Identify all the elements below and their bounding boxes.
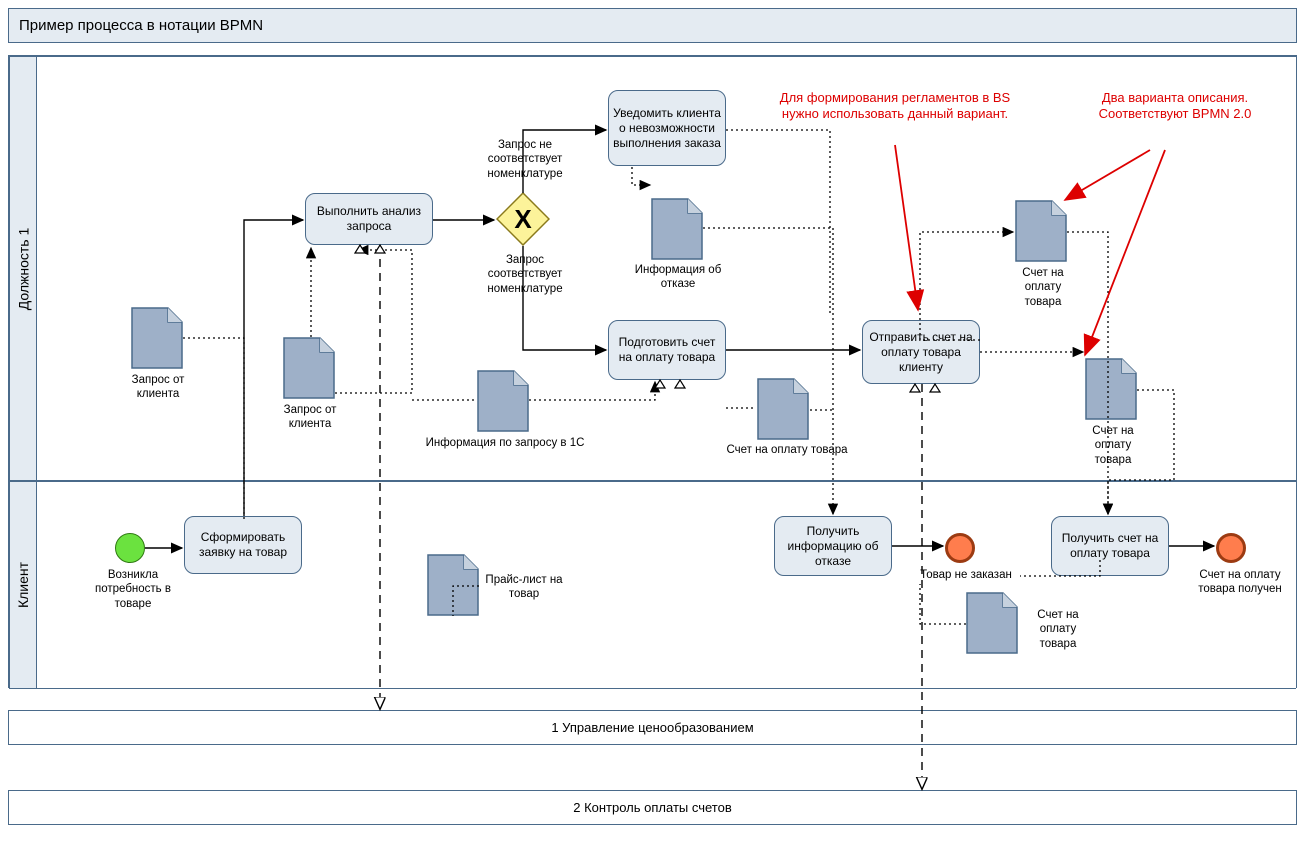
lane-1-label: Должность 1 bbox=[15, 227, 31, 310]
task-get-invoice: Получить счет на оплату товара bbox=[1051, 516, 1169, 576]
gateway-xor: X bbox=[496, 192, 550, 246]
subprocess-1: 1 Управление ценообразованием bbox=[8, 710, 1297, 745]
doc-request-1-label: Запрос от клиента bbox=[115, 373, 201, 402]
lane-header-2: Клиент bbox=[9, 481, 37, 689]
gateway-label-no: Запрос не соответствует номенклатуре bbox=[472, 138, 578, 181]
annotation-red-2: Два варианта описания. Соответствуют BPM… bbox=[1075, 90, 1275, 123]
gateway-label-yes: Запрос соответствует номенклатуре bbox=[472, 253, 578, 296]
doc-invoice-2 bbox=[1015, 200, 1067, 262]
lane-header-1: Должность 1 bbox=[9, 56, 37, 481]
task-notify-reject: Уведомить клиента о невозможности выполн… bbox=[608, 90, 726, 166]
doc-info-1c bbox=[477, 370, 529, 432]
task-prepare-invoice: Подготовить счет на оплату товара bbox=[608, 320, 726, 380]
annotation-red-1: Для формирования регламентов в BS нужно … bbox=[770, 90, 1020, 123]
lane-2-label: Клиент bbox=[15, 562, 31, 608]
end-event-invoice bbox=[1216, 533, 1246, 563]
bpmn-diagram: Пример процесса в нотации BPMN Должность… bbox=[0, 0, 1305, 854]
doc-request-1 bbox=[131, 307, 183, 369]
doc-reject-info-label: Информация об отказе bbox=[630, 263, 726, 292]
task-analyze: Выполнить анализ запроса bbox=[305, 193, 433, 245]
task-send-invoice: Отправить счет на оплату товара клиенту bbox=[862, 320, 980, 384]
doc-request-2 bbox=[283, 337, 335, 399]
lane-body-2 bbox=[37, 481, 1296, 689]
doc-invoice-3-label: Счет на оплату товара bbox=[1075, 424, 1151, 467]
doc-invoice-4 bbox=[966, 592, 1018, 654]
doc-invoice-2-label: Счет на оплату товара bbox=[1005, 266, 1081, 309]
subprocess-2-label: 2 Контроль оплаты счетов bbox=[573, 800, 732, 815]
doc-reject-info bbox=[651, 198, 703, 260]
end-event-rejected bbox=[945, 533, 975, 563]
task-get-reject: Получить информацию об отказе bbox=[774, 516, 892, 576]
start-event-label: Возникла потребность в товаре bbox=[88, 568, 178, 611]
task-form-request: Сформировать заявку на товар bbox=[184, 516, 302, 574]
doc-invoice-1 bbox=[757, 378, 809, 440]
start-event bbox=[115, 533, 145, 563]
pool-title: Пример процесса в нотации BPMN bbox=[8, 8, 1297, 43]
doc-request-2-label: Запрос от клиента bbox=[267, 403, 353, 432]
subprocess-2: 2 Контроль оплаты счетов bbox=[8, 790, 1297, 825]
subprocess-1-label: 1 Управление ценообразованием bbox=[551, 720, 753, 735]
doc-invoice-4-label: Счет на оплату товара bbox=[1023, 608, 1093, 651]
doc-pricelist-label: Прайс-лист на товар bbox=[484, 573, 564, 602]
pool-title-text: Пример процесса в нотации BPMN bbox=[19, 17, 263, 34]
end-event-invoice-label: Счет на оплату товара получен bbox=[1190, 568, 1290, 597]
doc-invoice-3 bbox=[1085, 358, 1137, 420]
doc-invoice-1-label: Счет на оплату товара bbox=[722, 443, 852, 457]
end-event-rejected-label: Товар не заказан bbox=[916, 568, 1016, 582]
doc-info-1c-label: Информация по запросу в 1С bbox=[415, 436, 595, 450]
doc-pricelist bbox=[427, 554, 479, 616]
